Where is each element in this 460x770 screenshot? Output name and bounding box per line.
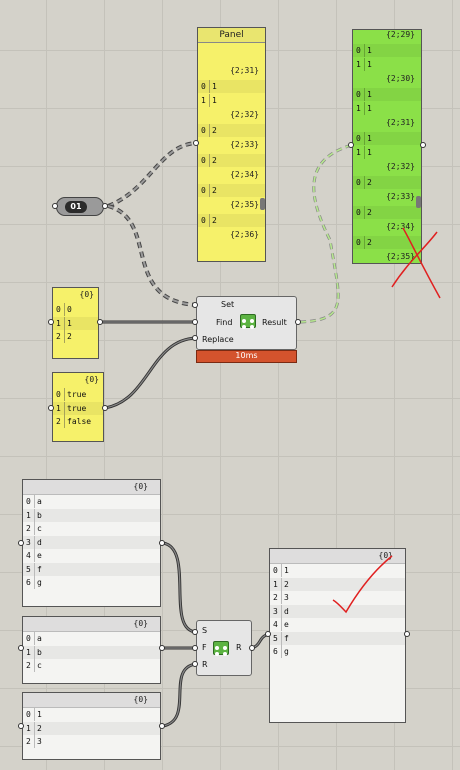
red-cross-mark: [391, 227, 441, 299]
annotation-layer: [332, 227, 441, 614]
red-check-mark: [332, 555, 393, 614]
